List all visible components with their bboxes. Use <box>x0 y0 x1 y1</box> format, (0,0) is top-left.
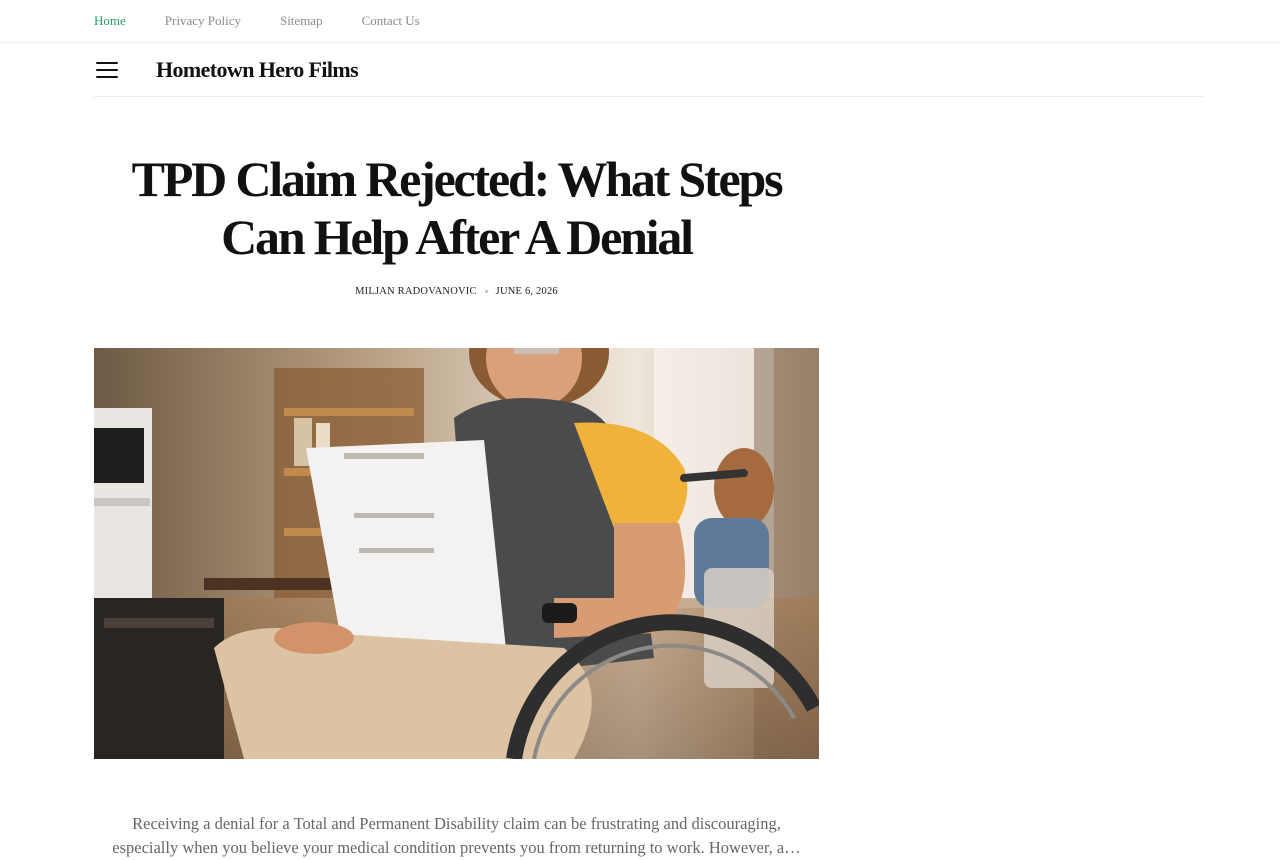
publish-date: JUNE 6, 2026 <box>495 286 558 297</box>
menu-bar <box>96 68 118 71</box>
nav-contact-us[interactable]: Contact Us <box>362 13 420 29</box>
featured-image <box>94 348 819 759</box>
article-header: TPD Claim Rejected: What Steps Can Help … <box>94 150 819 297</box>
menu-bar <box>96 75 118 78</box>
site-header: Hometown Hero Films <box>94 43 1203 97</box>
nav-privacy-policy[interactable]: Privacy Policy <box>165 13 241 29</box>
intro-line: Receiving a denial for a Total and Perma… <box>132 814 781 833</box>
article-meta: MILJAN RADOVANOVIC JUNE 6, 2026 <box>94 286 819 297</box>
nav-sitemap[interactable]: Sitemap <box>280 13 323 29</box>
nav-home[interactable]: Home <box>94 13 126 29</box>
featured-image-illustration <box>94 348 819 759</box>
top-navigation: Home Privacy Policy Sitemap Contact Us <box>0 0 1280 43</box>
article-title: TPD Claim Rejected: What Steps Can Help … <box>131 151 784 265</box>
intro-line: especially when you believe your medical… <box>112 838 801 857</box>
author-link[interactable]: MILJAN RADOVANOVIC <box>355 286 477 297</box>
site-title[interactable]: Hometown Hero Films <box>156 57 359 83</box>
hamburger-menu-icon[interactable] <box>96 61 118 78</box>
menu-bar <box>96 61 118 64</box>
meta-separator <box>484 290 488 294</box>
